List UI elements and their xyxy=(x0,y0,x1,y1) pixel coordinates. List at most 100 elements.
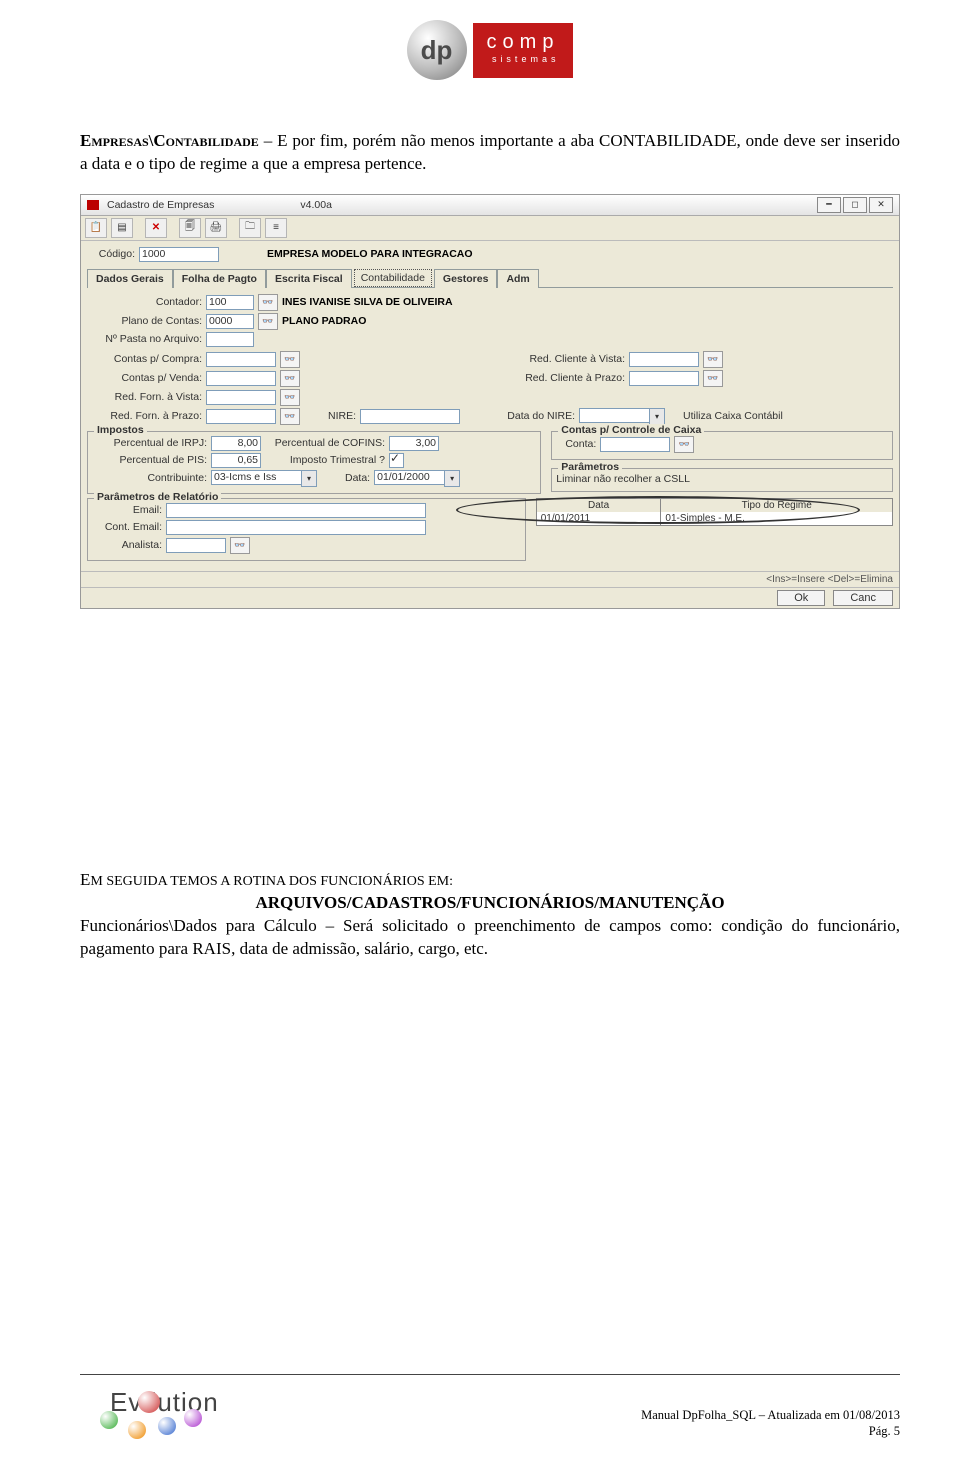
tab-contabilidade[interactable]: Contabilidade xyxy=(354,269,432,287)
regime-col-data: Data xyxy=(536,498,661,512)
nire-input[interactable] xyxy=(360,409,460,424)
contas-compra-input[interactable] xyxy=(206,352,276,367)
app-window: Cadastro de Empresas v4.00a ━ ◻ ✕ 📋 ▤ ✕ … xyxy=(80,194,900,609)
email-input[interactable] xyxy=(166,503,426,518)
red-forn-prazo-input[interactable] xyxy=(206,409,276,424)
analista-input[interactable] xyxy=(166,538,226,553)
contas-venda-input[interactable] xyxy=(206,371,276,386)
liminar-label: Liminar não recolher a CSLL xyxy=(556,473,690,485)
contador-lookup-icon[interactable]: 👓 xyxy=(258,294,278,311)
lookup-icon[interactable]: 👓 xyxy=(280,351,300,368)
paragraph-2: EM SEGUIDA TEMOS A ROTINA DOS FUNCIONÁRI… xyxy=(80,869,900,961)
perc-irpj-label: Percentual de IRPJ: xyxy=(92,437,207,449)
imposto-trim-checkbox[interactable] xyxy=(389,453,404,468)
cancel-button[interactable]: Canc xyxy=(833,590,893,606)
lookup-icon[interactable]: 👓 xyxy=(674,436,694,453)
regime-row-tipo[interactable]: 01-Simples - M.E. xyxy=(661,512,893,526)
contador-input[interactable]: 100 xyxy=(206,295,254,310)
toolbar-btn-6[interactable]: 🗀 xyxy=(239,218,261,238)
dropdown-arrow-icon[interactable]: ▾ xyxy=(301,470,317,487)
data-nire-label: Data do NIRE: xyxy=(495,410,575,422)
header-logo: dp comp sistemas xyxy=(80,20,900,80)
footer-line-1: Manual DpFolha_SQL – Atualizada em 01/08… xyxy=(641,1407,900,1423)
contas-caixa-legend: Contas p/ Controle de Caixa xyxy=(558,424,704,436)
tab-escrita-fiscal[interactable]: Escrita Fiscal xyxy=(266,269,352,288)
data-label: Data: xyxy=(345,472,370,484)
toolbar-btn-7[interactable]: ≡ xyxy=(265,218,287,238)
toolbar-btn-2[interactable]: ▤ xyxy=(111,218,133,238)
pasta-input[interactable] xyxy=(206,332,254,347)
lookup-icon[interactable]: 👓 xyxy=(703,370,723,387)
lookup-icon[interactable]: 👓 xyxy=(280,408,300,425)
conta-label: Conta: xyxy=(556,438,596,450)
page-footer: Ev lution Manual DpFolha_SQL – Atualizad… xyxy=(80,1374,900,1439)
logo-text: comp sistemas xyxy=(473,23,574,78)
plano-label: Plano de Contas: xyxy=(87,315,202,327)
codigo-input[interactable]: 1000 xyxy=(139,247,219,262)
codigo-label: Código: xyxy=(87,248,135,260)
window-version: v4.00a xyxy=(300,199,332,211)
dropdown-arrow-icon[interactable]: ▾ xyxy=(649,408,665,425)
lookup-icon[interactable]: 👓 xyxy=(280,370,300,387)
toolbar-btn-4[interactable]: 🗐 xyxy=(179,218,201,238)
cont-email-input[interactable] xyxy=(166,520,426,535)
perc-irpj-input[interactable]: 8,00 xyxy=(211,436,261,451)
tab-bar: Dados Gerais Folha de Pagto Escrita Fisc… xyxy=(87,268,893,288)
perc-cofins-label: Percentual de COFINS: xyxy=(265,437,385,449)
toolbar: 📋 ▤ ✕ 🗐 🖨 🗀 ≡ xyxy=(81,216,899,241)
parametros-legend: Parâmetros xyxy=(558,461,622,473)
utiliza-caixa-label: Utiliza Caixa Contábil xyxy=(683,410,783,422)
red-cli-vista-input[interactable] xyxy=(629,352,699,367)
lookup-icon[interactable]: 👓 xyxy=(703,351,723,368)
perc-pis-input[interactable]: 0,65 xyxy=(211,453,261,468)
toolbar-btn-5[interactable]: 🖨 xyxy=(205,218,227,238)
tab-adm[interactable]: Adm xyxy=(497,269,538,288)
red-forn-vista-input[interactable] xyxy=(206,390,276,405)
empresa-nome: EMPRESA MODELO PARA INTEGRACAO xyxy=(267,248,473,260)
tab-gestores[interactable]: Gestores xyxy=(434,269,498,288)
red-cli-prazo-input[interactable] xyxy=(629,371,699,386)
footer-logo: Ev lution xyxy=(80,1379,220,1439)
orb-icon xyxy=(128,1421,146,1439)
orb-icon xyxy=(138,1391,160,1413)
orb-icon xyxy=(158,1417,176,1435)
regime-col-tipo: Tipo do Regime xyxy=(661,498,893,512)
email-label: Email: xyxy=(92,504,162,516)
orb-icon xyxy=(184,1409,202,1427)
conta-input[interactable] xyxy=(600,437,670,452)
close-button[interactable]: ✕ xyxy=(869,197,893,213)
toolbar-btn-1[interactable]: 📋 xyxy=(85,218,107,238)
param-rel-legend: Parâmetros de Relatório xyxy=(94,491,221,503)
data-nire-input[interactable] xyxy=(579,408,649,423)
orb-icon xyxy=(100,1411,118,1429)
tab-dados-gerais[interactable]: Dados Gerais xyxy=(87,269,173,288)
contador-nome: INES IVANISE SILVA DE OLIVEIRA xyxy=(282,296,453,308)
lookup-icon[interactable]: 👓 xyxy=(280,389,300,406)
toolbar-delete-button[interactable]: ✕ xyxy=(145,218,167,238)
ok-button[interactable]: Ok xyxy=(777,590,825,606)
perc-cofins-input[interactable]: 3,00 xyxy=(389,436,439,451)
plano-input[interactable]: 0000 xyxy=(206,314,254,329)
red-cli-vista-label: Red. Cliente à Vista: xyxy=(495,353,625,365)
perc-pis-label: Percentual de PIS: xyxy=(92,454,207,466)
regime-row-date[interactable]: 01/01/2011 xyxy=(536,512,661,526)
pasta-label: Nº Pasta no Arquivo: xyxy=(87,333,202,345)
nire-label: NIRE: xyxy=(328,410,356,422)
maximize-button[interactable]: ◻ xyxy=(843,197,867,213)
status-hint: <Ins>=Insere <Del>=Elimina xyxy=(81,571,899,587)
contador-label: Contador: xyxy=(87,296,202,308)
window-title: Cadastro de Empresas xyxy=(107,199,214,211)
tab-folha-pagto[interactable]: Folha de Pagto xyxy=(173,269,266,288)
lookup-icon[interactable]: 👓 xyxy=(230,537,250,554)
contas-venda-label: Contas p/ Venda: xyxy=(87,372,202,384)
cont-email-label: Cont. Email: xyxy=(92,521,162,533)
contribuinte-select[interactable]: 03-Icms e Iss xyxy=(211,470,301,485)
logo-sphere: dp xyxy=(407,20,467,80)
plano-lookup-icon[interactable]: 👓 xyxy=(258,313,278,330)
dropdown-arrow-icon[interactable]: ▾ xyxy=(444,470,460,487)
data-input[interactable]: 01/01/2000 xyxy=(374,470,444,485)
paragraph-1: Empresas\Contabilidade – E por fim, poré… xyxy=(80,130,900,176)
footer-page-number: Pág. 5 xyxy=(641,1423,900,1439)
minimize-button[interactable]: ━ xyxy=(817,197,841,213)
contas-compra-label: Contas p/ Compra: xyxy=(87,353,202,365)
